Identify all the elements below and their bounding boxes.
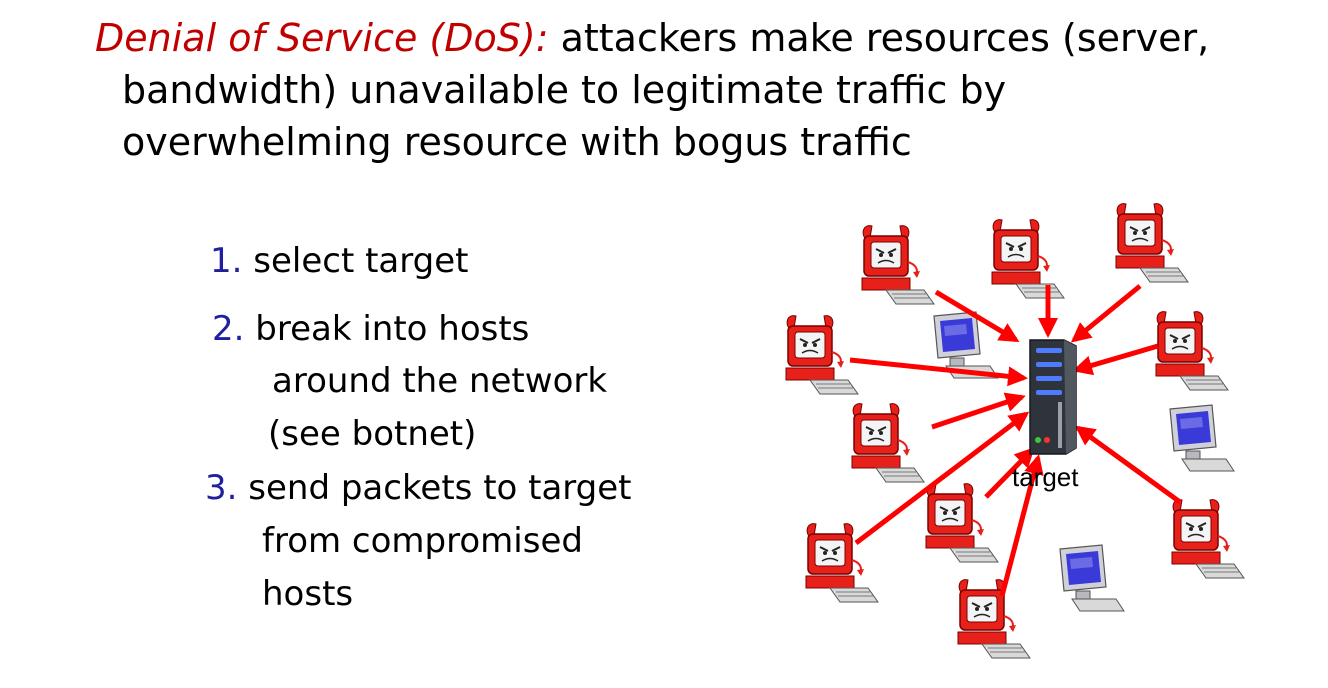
devil-computer-icon	[861, 224, 935, 305]
step-3-line-3: hosts	[262, 574, 354, 614]
step-3: 3. send packets to target	[205, 462, 632, 514]
step-2-line-3: (see botnet)	[268, 414, 477, 454]
devil-computer-icon	[1171, 498, 1245, 579]
step-2-line-2: around the network	[272, 361, 608, 401]
devil-computer-icon	[1115, 202, 1189, 283]
headline: Denial of Service (DoS): attackers make …	[95, 12, 1310, 168]
server-led	[1036, 348, 1062, 353]
step-line: select target	[253, 241, 469, 281]
server-led	[1036, 390, 1062, 395]
computer-icon	[1169, 404, 1235, 472]
step-number: 3.	[205, 468, 238, 508]
headline-line-1: attackers make resources (server,	[548, 16, 1210, 60]
step-number: 1.	[210, 241, 243, 281]
attack-arrow	[849, 357, 1028, 387]
dos-attack-diagram: target	[785, 202, 1245, 659]
attack-arrow	[1072, 343, 1159, 376]
dos-term: Denial of Service (DoS):	[95, 16, 549, 60]
target-label: target	[1012, 462, 1079, 492]
headline-line-3: overwhelming resource with bogus traffic	[122, 120, 912, 164]
attack-arrow	[1070, 284, 1142, 343]
attack-arrow	[931, 392, 1026, 430]
step-2: 2. break into hosts	[212, 303, 529, 355]
computer-icon	[1059, 544, 1125, 612]
attack-arrow	[1074, 425, 1182, 505]
devil-computer-icon	[785, 314, 859, 395]
step-line: send packets to target	[248, 468, 632, 508]
devil-computer-icon	[991, 218, 1065, 299]
server-led	[1036, 362, 1062, 367]
headline-line-2: bandwidth) unavailable to legitimate tra…	[122, 68, 1007, 112]
step-line: break into hosts	[255, 309, 530, 349]
step-3-line-2: from compromised	[262, 521, 583, 561]
step-1: 1. select target	[210, 235, 468, 287]
devil-computer-icon	[1155, 310, 1229, 391]
devil-computer-icon	[957, 578, 1031, 659]
devil-computer-icon	[851, 402, 925, 483]
step-number: 2.	[212, 309, 245, 349]
server-led	[1036, 376, 1062, 381]
server-icon	[1029, 339, 1077, 455]
